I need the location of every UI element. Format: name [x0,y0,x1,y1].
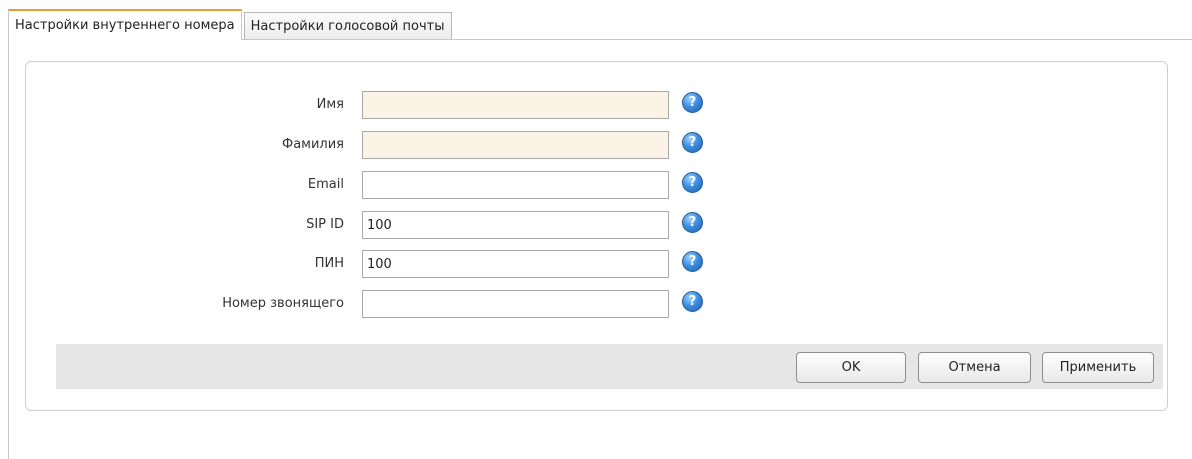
extension-settings-form: Имя ? Фамилия ? Email ? SIP ID ? ПИН ? Н… [25,61,1168,411]
first-name-row: Имя ? [26,91,1167,119]
tab-voicemail-settings[interactable]: Настройки голосовой почты [243,12,452,40]
tab-bar: Настройки внутреннего номера Настройки г… [8,8,454,40]
question-help-icon[interactable]: ? [682,132,703,153]
pin-input[interactable] [362,250,669,278]
pin-label: ПИН [314,256,344,271]
ok-button[interactable]: OK [796,352,906,383]
caller-number-input[interactable] [362,290,669,318]
cancel-button[interactable]: Отмена [918,352,1031,383]
last-name-input[interactable] [362,131,669,159]
question-help-icon[interactable]: ? [682,212,703,233]
question-help-icon[interactable]: ? [682,92,703,113]
pin-row: ПИН ? [26,250,1167,278]
form-button-bar: OK Отмена Применить [56,344,1163,389]
question-help-icon[interactable]: ? [682,172,703,193]
question-help-icon[interactable]: ? [682,291,703,312]
last-name-row: Фамилия ? [26,131,1167,159]
caller-number-label: Номер звонящего [222,296,344,311]
email-input[interactable] [362,171,669,199]
first-name-input[interactable] [362,91,669,119]
email-row: Email ? [26,171,1167,199]
first-name-label: Имя [316,97,344,112]
email-label: Email [307,177,344,192]
tab-extension-settings[interactable]: Настройки внутреннего номера [8,9,242,40]
sip-id-input[interactable] [362,211,669,239]
sip-id-row: SIP ID ? [26,211,1167,239]
last-name-label: Фамилия [282,137,344,152]
apply-button[interactable]: Применить [1042,352,1154,383]
question-help-icon[interactable]: ? [682,251,703,272]
sip-id-label: SIP ID [306,217,344,232]
caller-number-row: Номер звонящего ? [26,290,1167,318]
